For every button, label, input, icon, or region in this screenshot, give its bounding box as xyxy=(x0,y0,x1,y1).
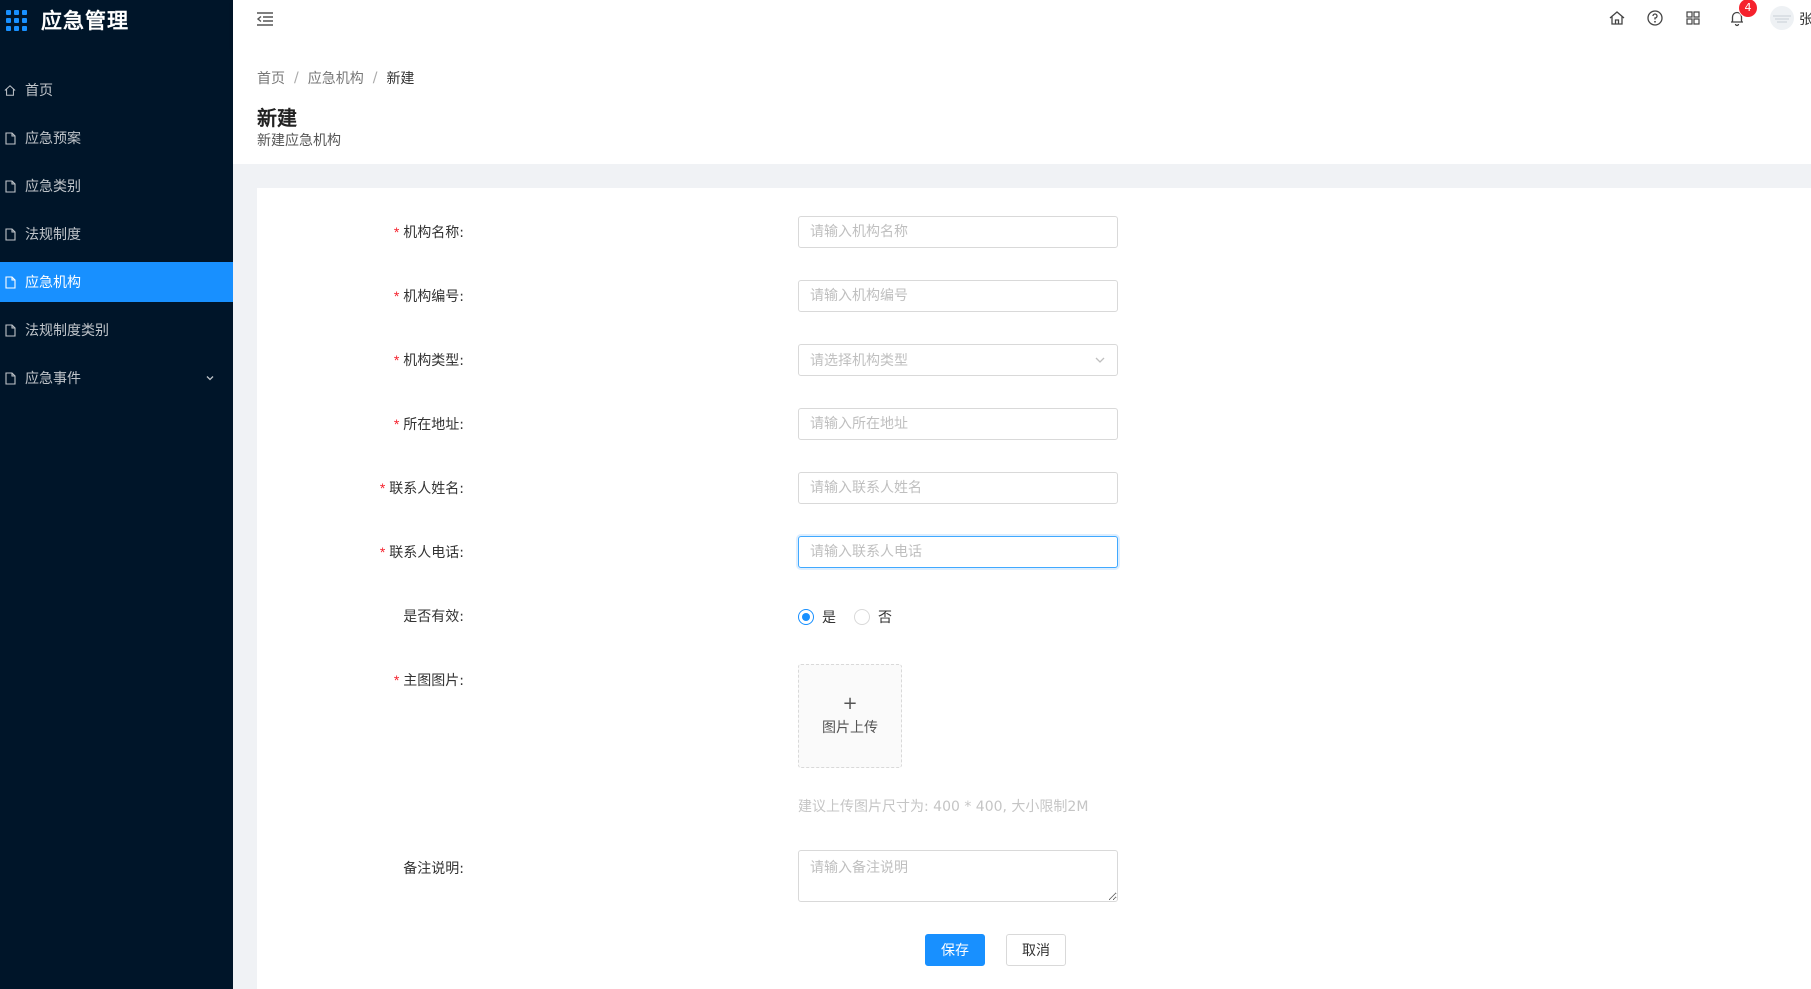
contact-name-input[interactable] xyxy=(798,472,1118,504)
breadcrumb-separator: / xyxy=(294,70,299,86)
form-item-contact-name: * 联系人姓名: xyxy=(257,472,1811,504)
chevron-down-icon xyxy=(205,371,215,387)
avatar[interactable] xyxy=(1770,6,1794,30)
breadcrumb-separator: / xyxy=(372,70,378,86)
sidebar-item-label: 法规制度 xyxy=(25,227,81,243)
user-name[interactable]: 张 xyxy=(1799,9,1811,29)
address-input[interactable] xyxy=(798,408,1118,440)
radio-unchecked-icon xyxy=(854,609,870,625)
sidebar-item-label: 法规制度类别 xyxy=(25,323,109,339)
home-icon[interactable] xyxy=(1608,9,1628,29)
sidebar-menu: 首页 应急预案 应急类别 法规制度 应急机构 法规制度类别 应急事件 xyxy=(0,70,233,398)
sidebar-item-label: 应急机构 xyxy=(25,275,81,291)
file-icon xyxy=(4,323,16,337)
form-item-org-name: * 机构名称: xyxy=(257,216,1811,248)
page-subtitle: 新建应急机构 xyxy=(257,133,341,149)
save-button[interactable]: 保存 xyxy=(925,934,985,966)
select-placeholder: 请选择机构类型 xyxy=(810,353,908,369)
form-label: * 机构类型: xyxy=(393,352,464,369)
radio-checked-icon xyxy=(798,609,814,625)
sidebar-item-regulations[interactable]: 法规制度 xyxy=(0,214,233,254)
file-icon xyxy=(4,275,16,289)
chevron-down-icon xyxy=(1094,354,1106,370)
org-name-input[interactable] xyxy=(798,216,1118,248)
form-label: * 主图图片: xyxy=(393,672,464,689)
plus-icon: + xyxy=(842,693,858,714)
is-valid-radio-group: 是 否 xyxy=(798,607,910,627)
sidebar-item-label: 应急类别 xyxy=(25,179,81,195)
org-code-input[interactable] xyxy=(798,280,1118,312)
upload-label: 图片上传 xyxy=(822,720,878,736)
breadcrumb-organizations[interactable]: 应急机构 xyxy=(308,68,364,88)
breadcrumb-home[interactable]: 首页 xyxy=(257,68,285,88)
breadcrumb: 首页 / 应急机构 / 新建 xyxy=(257,68,414,88)
sidebar-item-categories[interactable]: 应急类别 xyxy=(0,166,233,206)
form-label: * 联系人姓名: xyxy=(379,480,464,497)
app-title: 应急管理 xyxy=(41,9,129,33)
contact-phone-input[interactable] xyxy=(798,536,1118,568)
image-upload-button[interactable]: + 图片上传 xyxy=(798,664,902,768)
help-icon[interactable] xyxy=(1646,9,1666,29)
remark-textarea[interactable] xyxy=(798,850,1118,902)
form-label: 是否有效: xyxy=(403,609,464,625)
form-item-main-image: * 主图图片: + 图片上传 xyxy=(257,664,1811,768)
sidebar-item-label: 首页 xyxy=(25,83,53,99)
top-header: 4 张 xyxy=(233,0,1811,50)
notification-badge: 4 xyxy=(1739,0,1757,17)
radio-no[interactable]: 否 xyxy=(854,607,892,627)
form-label: * 联系人电话: xyxy=(379,544,464,561)
sidebar-item-label: 应急预案 xyxy=(25,131,81,147)
form-item-org-code: * 机构编号: xyxy=(257,280,1811,312)
form-item-remark: 备注说明: xyxy=(257,850,1811,902)
upload-hint: 建议上传图片尺寸为: 400 * 400, 大小限制2M xyxy=(798,799,1089,815)
apps-icon[interactable] xyxy=(1684,9,1704,29)
radio-yes[interactable]: 是 xyxy=(798,607,836,627)
form-item-contact-phone: * 联系人电话: xyxy=(257,536,1811,568)
sidebar: 应急管理 首页 应急预案 应急类别 法规制度 应急机构 法规制度类别 应急事件 xyxy=(0,0,233,989)
form-item-is-valid: 是否有效: 是 否 xyxy=(257,600,1811,632)
apps-grid-icon xyxy=(6,9,27,31)
form-card: *机构名称: *机构编号: *机构类型: 请选择机构类型 *所在地址: *联系人… xyxy=(257,188,1811,989)
file-icon xyxy=(4,179,16,193)
file-icon xyxy=(4,227,16,241)
form-label: * 机构名称: xyxy=(393,224,464,241)
page-header: 首页 / 应急机构 / 新建 新建 新建应急机构 xyxy=(233,50,1811,164)
form-item-address: * 所在地址: xyxy=(257,408,1811,440)
cancel-button[interactable]: 取消 xyxy=(1006,934,1066,966)
form-item-org-type: * 机构类型: 请选择机构类型 xyxy=(257,344,1811,376)
form-label: 备注说明: xyxy=(403,861,464,877)
file-icon xyxy=(4,131,16,145)
sidebar-item-plans[interactable]: 应急预案 xyxy=(0,118,233,158)
menu-fold-icon[interactable] xyxy=(255,9,277,31)
breadcrumb-current: 新建 xyxy=(386,71,415,87)
page-title: 新建 xyxy=(257,106,297,130)
sidebar-item-label: 应急事件 xyxy=(25,371,81,387)
org-type-select[interactable]: 请选择机构类型 xyxy=(798,344,1118,376)
sidebar-item-organizations[interactable]: 应急机构 xyxy=(0,262,233,302)
sidebar-item-regulation-categories[interactable]: 法规制度类别 xyxy=(0,310,233,350)
home-icon xyxy=(4,83,16,97)
sidebar-item-events[interactable]: 应急事件 xyxy=(0,358,233,398)
form-label: * 机构编号: xyxy=(393,288,464,305)
logo[interactable]: 应急管理 xyxy=(0,0,233,40)
file-icon xyxy=(4,371,16,385)
sidebar-item-home[interactable]: 首页 xyxy=(0,70,233,110)
form-label: * 所在地址: xyxy=(393,416,464,433)
